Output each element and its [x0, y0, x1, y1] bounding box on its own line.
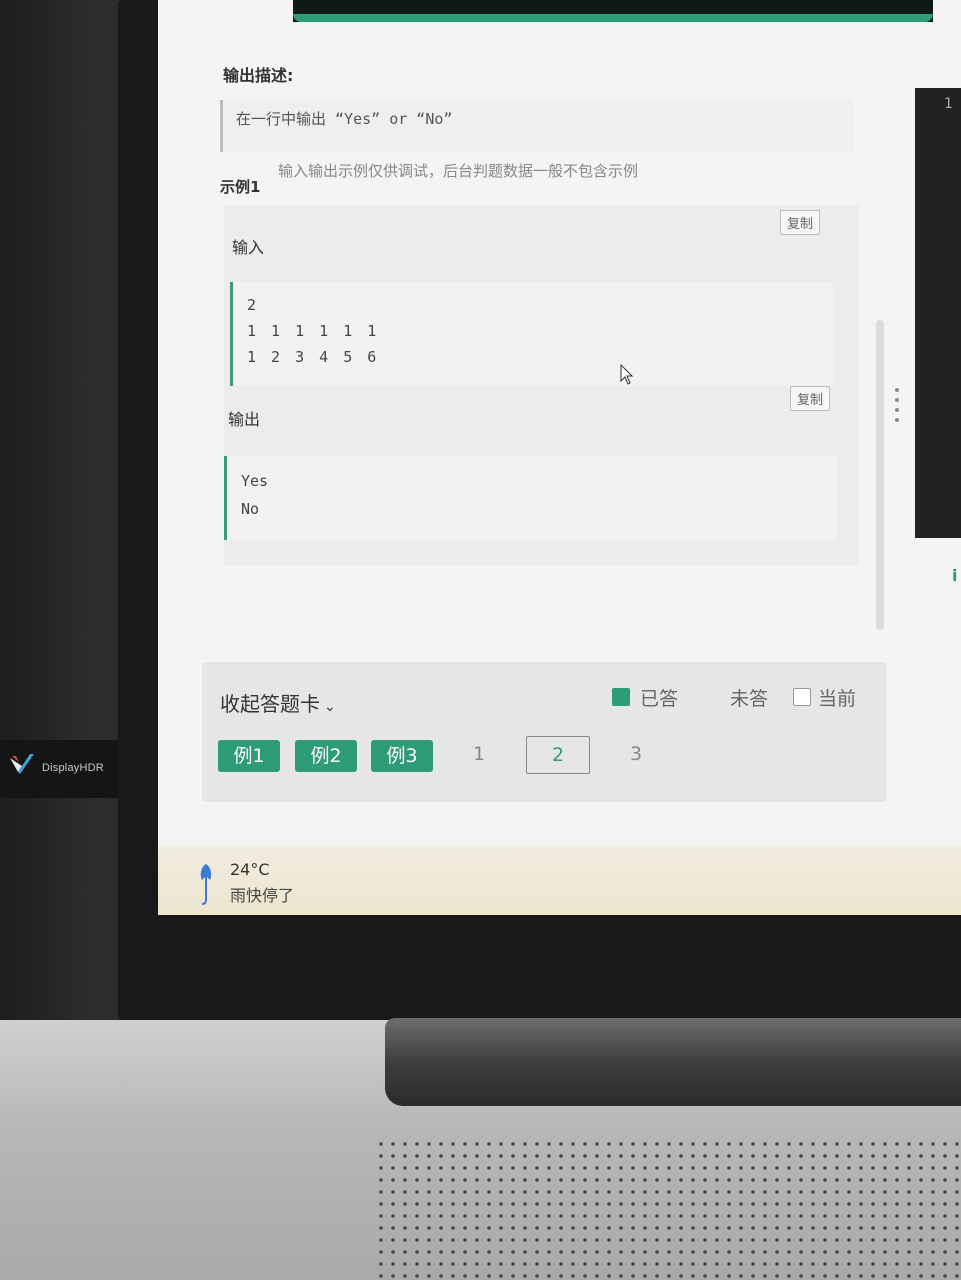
- legend-answered: 已答: [640, 688, 679, 710]
- answer-card: [202, 662, 887, 802]
- input-line: 2: [247, 296, 257, 314]
- display-hdr-label: DisplayHDR: [42, 762, 104, 774]
- collapse-label: 收起答题卡: [220, 692, 320, 716]
- weather-condition: 雨快停了: [230, 886, 295, 905]
- question-chip-2[interactable]: 2: [526, 736, 590, 774]
- legend-current: 当前: [818, 688, 857, 710]
- input-code-block: 2 1 1 1 1 1 1 1 2 3 4 5 6: [230, 282, 833, 386]
- weather-temperature: 24°C: [230, 860, 270, 879]
- content-scrollbar[interactable]: [876, 320, 884, 630]
- umbrella-icon: [200, 864, 212, 905]
- copy-input-button[interactable]: 复制: [780, 210, 821, 235]
- output-line: Yes: [241, 472, 269, 490]
- example-chip-3[interactable]: 例3: [371, 740, 433, 772]
- output-description-title: 输出描述:: [223, 66, 294, 85]
- speaker-grille: [375, 1138, 961, 1280]
- output-description-text: 在一行中输出 “Yes” or “No”: [236, 110, 453, 128]
- chevron-down-icon: ⌄: [324, 699, 336, 715]
- legend-unanswered: 未答: [730, 688, 769, 710]
- mouse-cursor-icon: [620, 364, 634, 385]
- laptop-hinge: [385, 1018, 961, 1106]
- output-code-block: Yes No: [224, 456, 837, 540]
- question-chip-1[interactable]: 1: [448, 736, 510, 772]
- collapse-answer-card-button[interactable]: 收起答题卡 ⌄: [220, 688, 336, 717]
- input-label: 输入: [232, 238, 265, 257]
- code-editor-panel[interactable]: [915, 88, 961, 538]
- output-label: 输出: [228, 410, 261, 429]
- input-line: 1 2 3 4 5 6: [247, 348, 380, 366]
- example-chip-1[interactable]: 例1: [218, 740, 280, 772]
- current-legend-icon: [793, 688, 811, 706]
- vesa-logo-icon: [10, 754, 34, 774]
- example-title: 示例1: [220, 178, 261, 196]
- example-note: 输入输出示例仅供调试，后台判题数据一般不包含示例: [278, 162, 639, 180]
- copy-output-button[interactable]: 复制: [790, 386, 831, 411]
- top-progress-bar: [293, 0, 933, 22]
- answered-legend-icon: [612, 688, 630, 706]
- panel-drag-handle-icon[interactable]: [895, 388, 899, 428]
- input-line: 1 1 1 1 1 1: [247, 322, 380, 340]
- example-chip-2[interactable]: 例2: [295, 740, 357, 772]
- editor-side-text: i: [952, 566, 958, 585]
- screen: 输出描述: 在一行中输出 “Yes” or “No” 示例1 输入输出示例仅供调…: [158, 0, 961, 915]
- question-chip-3[interactable]: 3: [605, 736, 667, 772]
- editor-line-number: 1: [944, 96, 953, 112]
- output-line: No: [241, 500, 260, 518]
